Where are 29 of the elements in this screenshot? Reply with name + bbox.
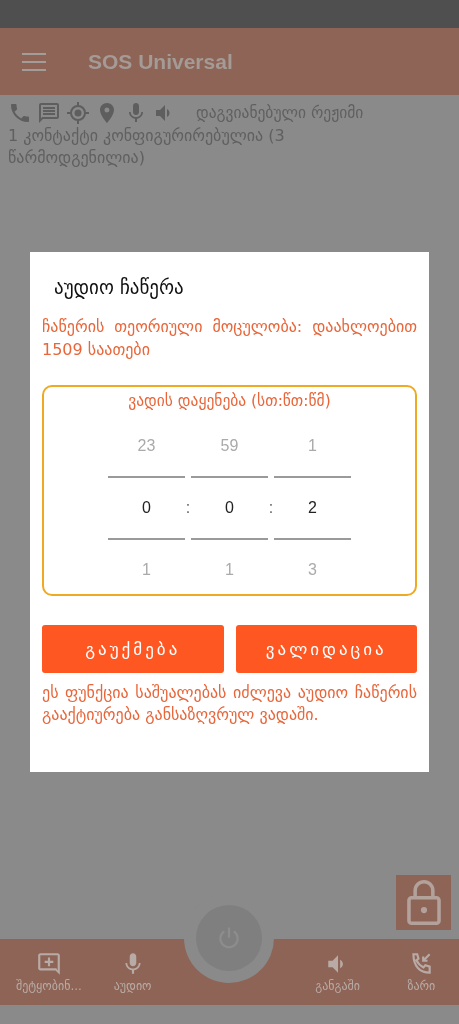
previous-value[interactable]: 23 xyxy=(108,416,185,478)
message-icon xyxy=(37,101,61,125)
time-separator: : xyxy=(185,498,191,518)
crosshair-icon xyxy=(66,101,90,125)
nav-tab[interactable]: აუდიო xyxy=(113,939,152,1005)
nav-tab[interactable]: შეტყობინ... xyxy=(15,939,82,1005)
lock-button[interactable] xyxy=(396,875,451,930)
padlock-icon xyxy=(405,879,442,926)
info-text: ეს ფუნქცია საშუალებას იძლევა აუდიო ჩაწერის გააქტიურება განსაზღვრულ ვადაში. xyxy=(42,682,417,726)
message-add-icon xyxy=(35,951,62,977)
next-value[interactable]: 1 xyxy=(108,540,185,600)
next-value[interactable]: 3 xyxy=(274,540,351,600)
phone-icon xyxy=(8,101,32,125)
confirm-button[interactable]: ვალიდაცია xyxy=(235,625,417,673)
nav-tab[interactable]: განგაში xyxy=(315,939,360,1005)
selected-value[interactable]: 0 xyxy=(108,478,185,540)
menu-icon[interactable] xyxy=(22,52,46,71)
selected-value[interactable]: 0 xyxy=(191,478,268,540)
picker-label: ვადის დაყენება (სთ:წთ:წმ) xyxy=(128,392,331,410)
nav-tab[interactable]: ზარი xyxy=(407,939,436,1005)
previous-value[interactable]: 1 xyxy=(274,416,351,478)
dialog-title: აუდიო ჩაწერა xyxy=(54,276,185,298)
cancel-button[interactable]: გაუქმება xyxy=(42,625,224,673)
app-title: SOS Universal xyxy=(88,49,233,74)
next-value[interactable]: 1 xyxy=(191,540,268,600)
previous-value[interactable]: 59 xyxy=(191,416,268,478)
capacity-text: ჩაწერის თეორიული მოცულობა: დაახლოებით 1509 საათები xyxy=(42,316,417,361)
time-separator: : xyxy=(268,498,274,518)
selected-value[interactable]: 2 xyxy=(274,478,351,540)
